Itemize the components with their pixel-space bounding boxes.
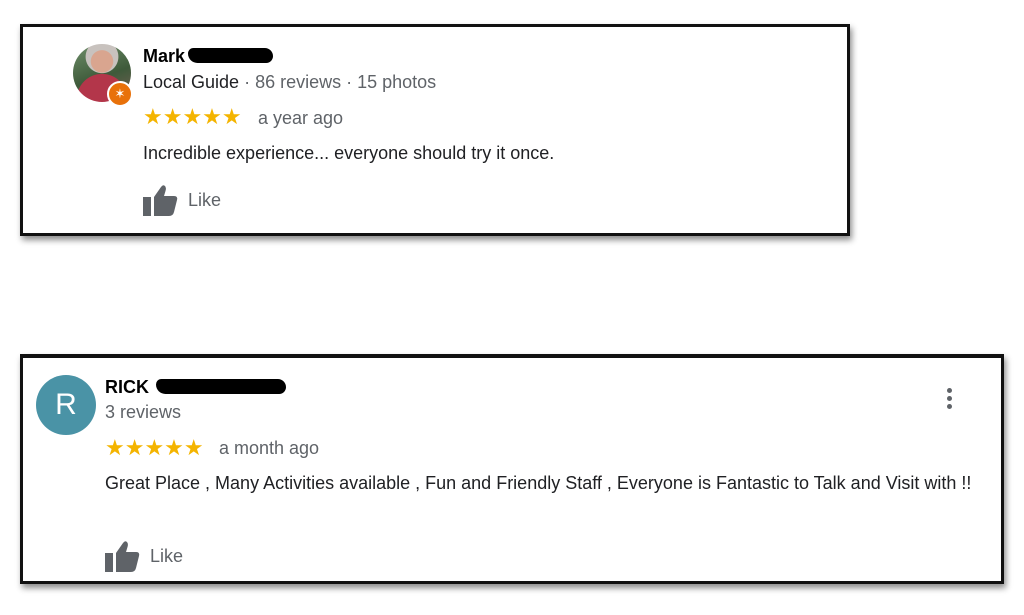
reviewer-name[interactable]: RICK <box>105 377 149 398</box>
more-vert-icon[interactable] <box>945 388 953 409</box>
review-card-mark: ✶ Mark Local Guide · 86 reviews · 15 pho… <box>20 24 850 236</box>
reviewer-name[interactable]: Mark <box>143 46 185 67</box>
review-card-rick: R RICK 3 reviews ★★★★★ a month ago Great… <box>20 354 1004 584</box>
local-guide-badge-icon: ✶ <box>107 81 133 107</box>
review-text: Incredible experience... everyone should… <box>143 143 555 163</box>
redaction-mark <box>156 379 286 394</box>
review-text: Great Place , Many Activities available … <box>105 473 972 493</box>
star-rating: ★★★★★ <box>143 104 242 129</box>
reviewer-stats: · 86 reviews · 15 photos <box>239 72 437 92</box>
redaction-mark <box>188 48 273 63</box>
review-age: a year ago <box>258 108 344 128</box>
like-label: Like <box>150 545 184 566</box>
reviewer-avatar-letter[interactable]: R <box>36 375 96 435</box>
reviewer-stats: 3 reviews <box>105 402 182 422</box>
local-guide-label: Local Guide <box>143 72 240 92</box>
thumbs-up-icon <box>105 541 140 572</box>
like-button[interactable]: Like <box>143 184 221 216</box>
like-button[interactable]: Like <box>105 540 183 572</box>
star-rating: ★★★★★ <box>105 435 204 460</box>
reviewer-meta: Local Guide · 86 reviews · 15 photos <box>143 72 436 93</box>
review-age: a month ago <box>219 438 320 458</box>
like-label: Like <box>188 189 222 210</box>
thumbs-up-icon <box>143 185 178 216</box>
